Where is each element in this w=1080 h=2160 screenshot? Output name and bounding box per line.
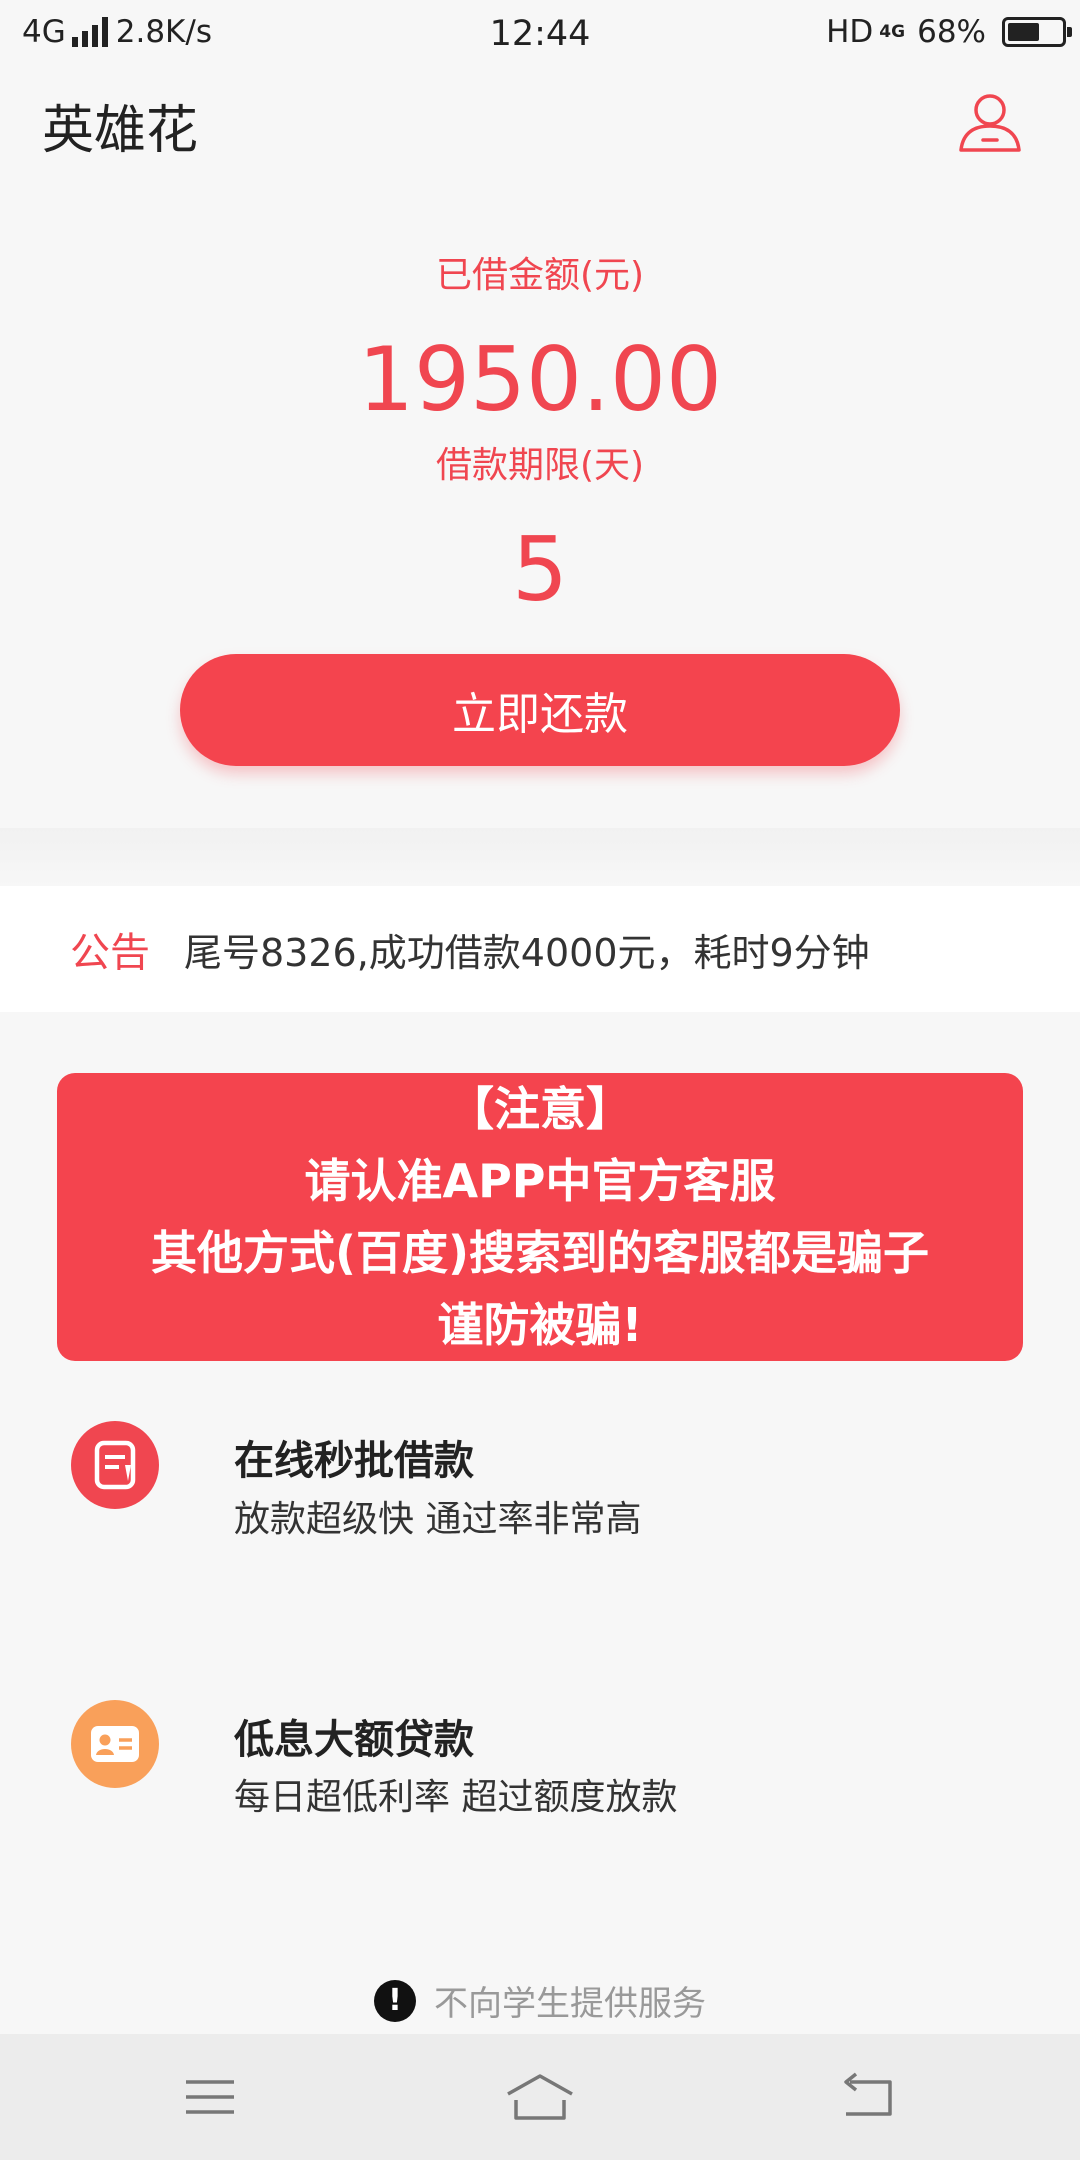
app-title: 英雄花 (42, 101, 199, 161)
battery-level (1008, 23, 1039, 41)
feature-desc: 每日超低利率 超过额度放款 (234, 1777, 678, 1818)
feature-title: 低息大额贷款 (234, 1717, 474, 1763)
warning-line-4: 谨防被骗! (437, 1298, 643, 1352)
repay-now-button[interactable]: 立即还款 (180, 654, 900, 766)
id-card-icon (71, 1700, 159, 1788)
announcement-bar[interactable]: 公告 尾号8326,成功借款4000元，耗时9分钟 (0, 886, 1080, 1012)
home-button[interactable] (502, 2070, 578, 2124)
borrowed-amount: 1950.00 (358, 328, 722, 431)
warning-line-2: 请认准APP中官方客服 (304, 1154, 776, 1208)
feature-title: 在线秒批借款 (234, 1438, 474, 1484)
status-right: HD 4G 68% (826, 14, 1072, 50)
back-icon (844, 2072, 892, 2116)
menu-button[interactable] (180, 2070, 240, 2124)
user-profile-icon (959, 94, 1021, 152)
document-icon (71, 1421, 159, 1509)
battery-icon (1002, 17, 1072, 47)
home-icon (507, 2074, 573, 2120)
warning-banner: 【注意】 请认准APP中官方客服 其他方式(百度)搜索到的客服都是骗子 谨防被骗… (57, 1073, 1023, 1361)
section-divider (0, 828, 1080, 886)
back-button[interactable] (838, 2070, 898, 2124)
profile-button[interactable] (955, 88, 1025, 158)
warning-line-3: 其他方式(百度)搜索到的客服都是骗子 (150, 1226, 930, 1280)
feature-item-quick-loan[interactable] (71, 1421, 159, 1509)
navigation-bar (0, 2034, 1080, 2160)
footer-note-text: 不向学生提供服务 (434, 1984, 706, 2024)
loan-term-days: 5 (512, 518, 568, 621)
network-indicator: 4G (879, 22, 906, 42)
announcement-message: 尾号8326,成功借款4000元，耗时9分钟 (184, 930, 870, 975)
menu-icon (186, 2080, 234, 2114)
loan-term-label: 借款期限(天) (435, 445, 645, 486)
exclamation-icon: ! (374, 1979, 416, 2022)
feature-item-low-interest[interactable] (71, 1700, 159, 1788)
hd-indicator: HD (826, 14, 874, 50)
borrowed-amount-label: 已借金额(元) (435, 255, 645, 296)
announcement-tag: 公告 (70, 930, 150, 976)
warning-line-1: 【注意】 (448, 1082, 632, 1136)
footer-note: ! 不向学生提供服务 (0, 1976, 1080, 2025)
status-bar: 4G 2.8K/s 12:44 HD 4G 68% (0, 0, 1080, 72)
feature-desc: 放款超级快 通过率非常高 (234, 1499, 642, 1540)
battery-percent: 68% (917, 14, 986, 50)
